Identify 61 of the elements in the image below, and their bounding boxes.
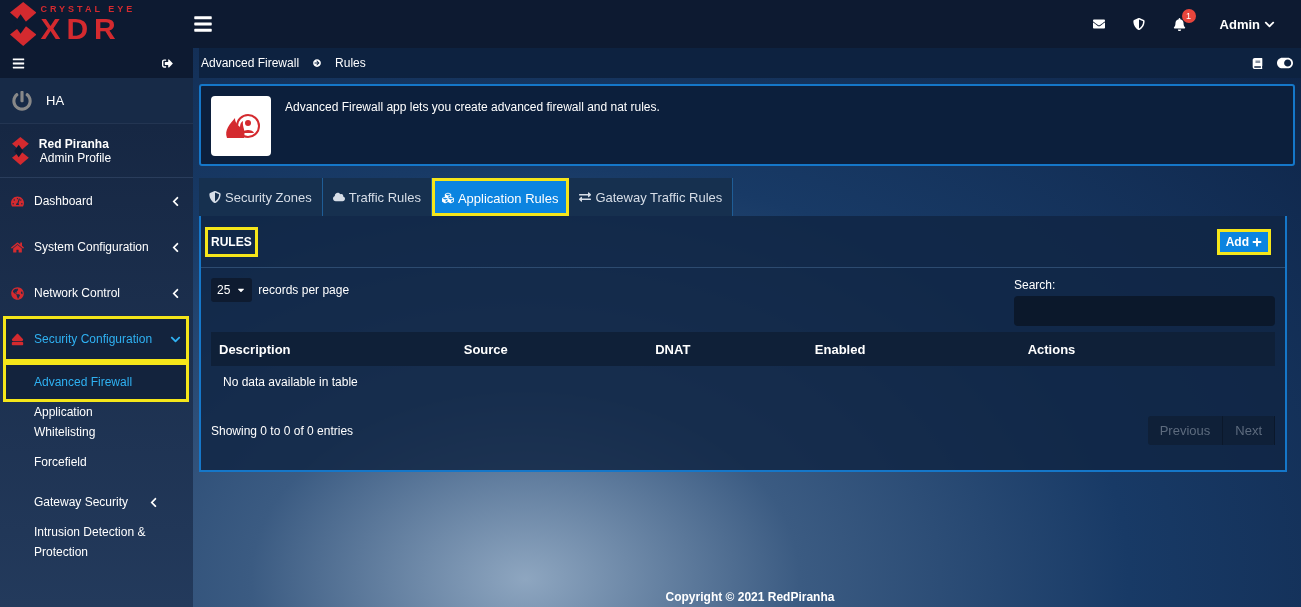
empty-table-message: No data available in table (211, 366, 1275, 398)
power-icon[interactable] (12, 90, 32, 111)
shield-icon (209, 191, 221, 203)
dashboard-icon (11, 194, 24, 208)
logout-icon[interactable] (162, 57, 173, 69)
column-header[interactable]: Source (455, 332, 648, 366)
tab[interactable]: Traffic Rules (322, 178, 432, 216)
app-logo-icon (211, 96, 271, 156)
book-icon[interactable] (1252, 57, 1263, 69)
tab[interactable]: Security Zones (199, 178, 323, 216)
column-header[interactable]: DNAT (647, 332, 807, 366)
toggle-icon[interactable] (1277, 55, 1293, 71)
tab[interactable]: Gateway Traffic Rules (569, 178, 734, 216)
brand-logo-text: XDR (40, 13, 122, 44)
page-size-select[interactable]: 25 (211, 278, 253, 302)
nav-subitem[interactable]: Application Whitelisting (3, 402, 189, 442)
breadcrumb-item[interactable]: Advanced Firewall (201, 56, 300, 70)
nav-subitem[interactable]: Forcefield (3, 442, 189, 482)
tab[interactable]: Application Rules (431, 178, 570, 216)
panel-title: RULES (205, 226, 258, 257)
envelope-icon[interactable] (1092, 18, 1105, 30)
plus-icon (1252, 236, 1262, 247)
nav-subitem[interactable]: Gateway Security (3, 482, 189, 522)
nav-subitem[interactable]: Advanced Firewall (3, 362, 189, 402)
menu-button[interactable] (193, 14, 213, 34)
app-description: Advanced Firewall app lets you create advanced firewall and nat rules. (285, 100, 660, 116)
nav-item[interactable]: Dashboard (3, 178, 189, 224)
logo-icon (12, 136, 29, 165)
notification-badge: 1 (1181, 8, 1196, 23)
search-label: Search: (1014, 278, 1057, 292)
copyright: Copyright © 2021 RedPiranha (664, 590, 836, 606)
home-icon (11, 240, 24, 254)
breadcrumb-separator-icon (313, 59, 322, 67)
arrows-icon (579, 191, 592, 203)
cubes-icon (441, 192, 454, 204)
breadcrumb-item[interactable]: Rules (335, 56, 366, 70)
chevron-left-icon (170, 287, 181, 299)
brand-tagline: CRYSTAL EYE (40, 4, 136, 14)
column-header[interactable]: Description (211, 332, 456, 366)
nav-item[interactable]: System Configuration (3, 224, 189, 270)
profile-name: Red Piranha (38, 136, 110, 151)
globe-icon (11, 286, 24, 300)
eject-icon (11, 332, 24, 346)
user-menu[interactable]: Admin (1213, 15, 1281, 33)
add-button[interactable]: Add (1216, 228, 1271, 255)
shield-icon[interactable] (1132, 18, 1145, 30)
bell-icon[interactable] (1172, 17, 1186, 31)
column-header[interactable]: Enabled (806, 332, 1020, 366)
nav-item[interactable]: Network Control (3, 270, 189, 316)
column-header[interactable]: Actions (1019, 332, 1275, 366)
cloud-icon (332, 191, 345, 203)
table-info: Showing 0 to 0 of 0 entries (211, 423, 354, 438)
chevron-left-icon (170, 195, 181, 207)
chevron-left-icon (170, 241, 181, 253)
nav-subitem[interactable]: Intrusion Detection & Protection (3, 522, 189, 562)
nav-item[interactable]: Security Configuration (3, 316, 189, 362)
ha-label: HA (46, 93, 65, 108)
profile-role: Admin Profile (38, 150, 112, 165)
menu-button[interactable] (12, 56, 25, 70)
page-size-label: records per page (258, 283, 350, 297)
search-field[interactable] (1014, 296, 1275, 326)
